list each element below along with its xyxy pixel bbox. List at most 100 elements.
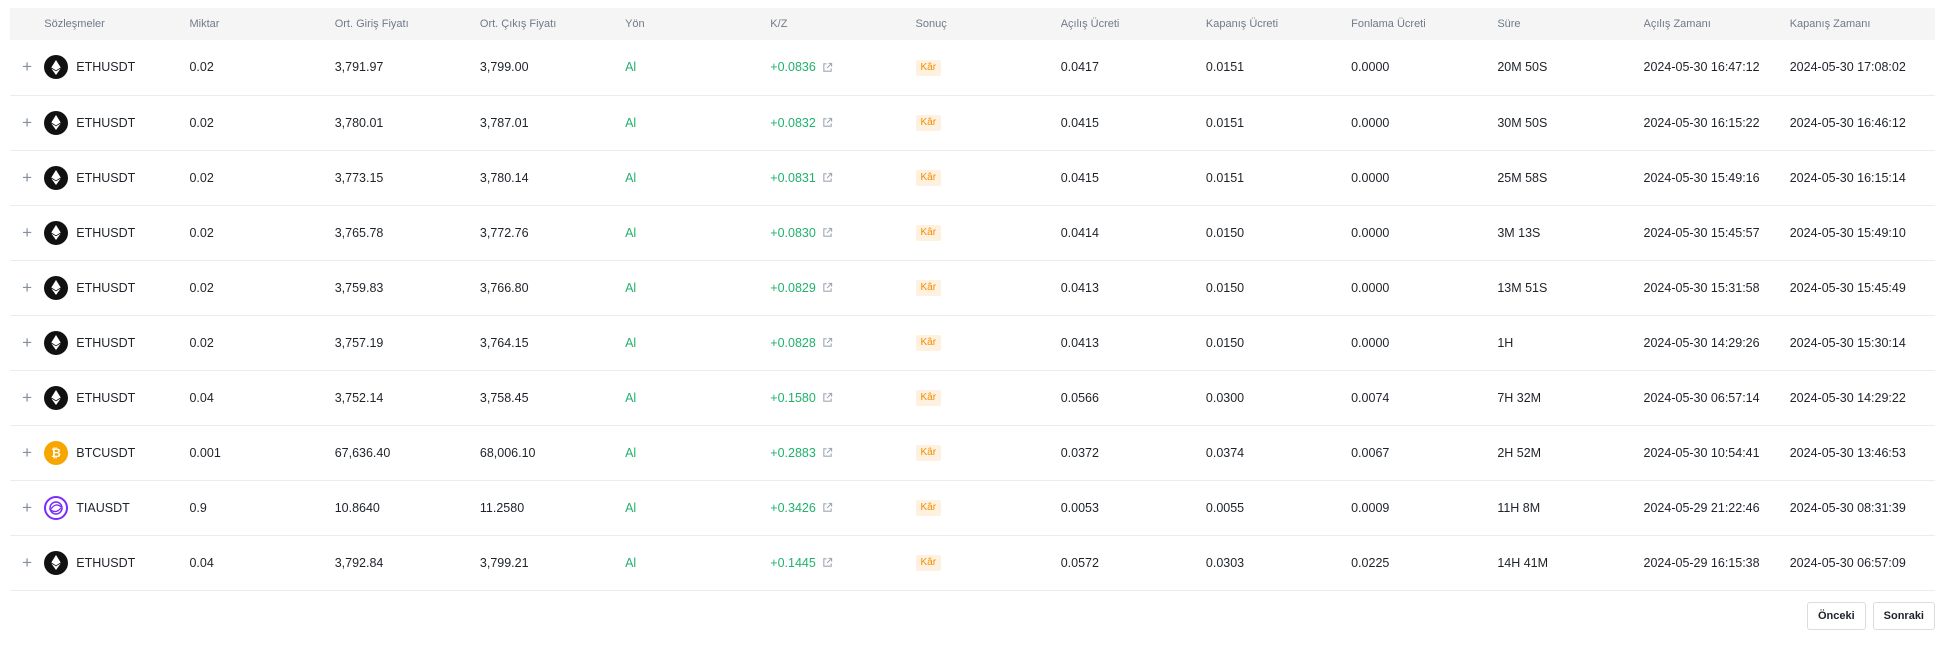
table-row[interactable]: + ETHUSDT 0.02 3,765.78 3,772.76 Al +0.0830 Kâr…	[10, 205, 1935, 260]
open-time-cell: 2024-05-30 15:45:57	[1643, 225, 1760, 240]
external-link-icon[interactable]	[822, 62, 833, 73]
table-row[interactable]: + ETHUSDT 0.02 3,757.19 3,764.15 Al +0.0828 Kâr…	[10, 315, 1935, 370]
table-body: + ETHUSDT 0.02 3,791.97 3,799.00 Al +0.0836 Kâr…	[10, 40, 1935, 590]
table-row[interactable]: + TIAUSDT 0.9 10.8640 11.2580 Al +0.3426 Kâr 0.0…	[10, 480, 1935, 535]
expand-cell: +	[10, 205, 44, 260]
avg-exit-price-cell: 3,780.14	[479, 170, 529, 185]
expand-row-icon[interactable]: +	[22, 333, 32, 352]
expand-row-icon[interactable]: +	[22, 498, 32, 517]
result-cell: Kâr	[915, 315, 1061, 370]
duration-cell: 20M 50S	[1497, 60, 1548, 75]
next-page-button[interactable]: Sonraki	[1872, 602, 1935, 630]
external-link-icon[interactable]	[822, 392, 833, 403]
avg-entry-price-cell: 3,765.78	[334, 225, 384, 240]
table-row[interactable]: + ETHUSDT 0.02 3,780.01 3,787.01 Al +0.0832 Kâr…	[10, 95, 1935, 150]
column-header-avg-entry-price: Ort. Giriş Fiyatı	[334, 18, 409, 30]
quantity-cell: 0.9	[189, 500, 207, 515]
table-row[interactable]: + ETHUSDT 0.02 3,791.97 3,799.00 Al +0.0836 Kâr…	[10, 40, 1935, 95]
funding-fee-cell: 0.0000	[1351, 60, 1390, 75]
close-fee-cell: 0.0374	[1205, 445, 1245, 460]
close-time-cell: 2024-05-30 08:31:39	[1789, 500, 1906, 515]
result-cell: Kâr	[915, 95, 1061, 150]
quantity-cell: 0.02	[189, 115, 214, 130]
table-row[interactable]: + ETHUSDT 0.02 3,773.15 3,780.14 Al +0.0831 Kâr…	[10, 150, 1935, 205]
expand-row-icon[interactable]: +	[22, 223, 32, 242]
pnl-cell: +0.1580	[770, 370, 915, 425]
column-header-close-fee: Kapanış Ücreti	[1205, 18, 1279, 30]
side-cell: Al	[625, 335, 637, 350]
external-link-icon[interactable]	[822, 172, 833, 183]
external-link-icon[interactable]	[822, 117, 833, 128]
close-time-cell: 2024-05-30 15:49:10	[1789, 225, 1906, 240]
expand-row-icon[interactable]: +	[22, 553, 32, 572]
side-cell: Al	[625, 500, 637, 515]
close-time-cell: 2024-05-30 15:30:14	[1789, 335, 1906, 350]
expand-row-icon[interactable]: +	[22, 278, 32, 297]
external-link-icon[interactable]	[822, 227, 833, 238]
expand-row-icon[interactable]: +	[22, 388, 32, 407]
open-fee-cell: 0.0413	[1060, 280, 1099, 295]
funding-fee-cell: 0.0000	[1351, 225, 1390, 240]
expand-row-icon[interactable]: +	[22, 168, 32, 187]
result-badge: Kâr	[915, 445, 942, 461]
open-time-cell: 2024-05-30 16:15:22	[1643, 115, 1760, 130]
external-link-icon[interactable]	[822, 337, 833, 348]
ethereum-icon	[44, 55, 69, 80]
quantity-cell: 0.02	[189, 280, 214, 295]
ethereum-icon	[44, 550, 69, 575]
trade-history-table: Sözleşmeler Miktar Ort. Giriş Fiyatı Ort…	[10, 8, 1935, 591]
avg-entry-price-cell: 3,773.15	[334, 170, 384, 185]
side-cell: Al	[625, 115, 637, 130]
expand-column-header	[10, 8, 44, 40]
table-row[interactable]: + ETHUSDT 0.02 3,759.83 3,766.80 Al +0.0829 Kâr…	[10, 260, 1935, 315]
expand-cell: +	[10, 260, 44, 315]
result-badge: Kâr	[915, 59, 942, 76]
close-time-cell: 2024-05-30 15:45:49	[1789, 280, 1906, 295]
side-cell: Al	[625, 390, 637, 405]
close-fee-cell: 0.0150	[1205, 280, 1245, 295]
funding-fee-cell: 0.0000	[1351, 335, 1390, 350]
pnl-cell: +0.0836	[770, 40, 915, 95]
external-link-icon[interactable]	[822, 282, 833, 293]
table-row[interactable]: + ETHUSDT 0.04 3,752.14 3,758.45 Al +0.1580 Kâr…	[10, 370, 1935, 425]
external-link-icon[interactable]	[822, 557, 833, 568]
avg-exit-price-cell: 3,772.76	[479, 225, 529, 240]
expand-cell: +	[10, 150, 44, 205]
contract-symbol: BTCUSDT	[76, 445, 136, 460]
pnl-value: +0.0829	[770, 280, 816, 295]
open-fee-cell: 0.0053	[1060, 500, 1099, 515]
table-row[interactable]: + ETHUSDT 0.04 3,792.84 3,799.21 Al +0.1445 Kâr…	[10, 535, 1935, 590]
avg-exit-price-cell: 3,764.15	[479, 335, 529, 350]
svg-text:₿: ₿	[51, 446, 61, 460]
expand-cell: +	[10, 315, 44, 370]
ethereum-icon	[44, 110, 69, 135]
table-row[interactable]: + ₿ BTCUSDT 0.001 67,636.40 68,006.10 Al +0.288…	[10, 425, 1935, 480]
result-badge: Kâr	[915, 225, 942, 241]
result-badge: Kâr	[915, 555, 942, 571]
ethereum-icon	[44, 385, 69, 410]
close-fee-cell: 0.0300	[1205, 390, 1245, 405]
column-header-funding-fee: Fonlama Ücreti	[1351, 18, 1426, 30]
contract-cell: ETHUSDT	[44, 535, 189, 590]
expand-row-icon[interactable]: +	[22, 113, 32, 132]
funding-fee-cell: 0.0000	[1351, 280, 1390, 295]
external-link-icon[interactable]	[822, 502, 833, 513]
expand-cell: +	[10, 370, 44, 425]
side-cell: Al	[625, 445, 637, 460]
expand-row-icon[interactable]: +	[22, 443, 32, 462]
bitcoin-icon: ₿	[44, 440, 69, 465]
result-badge: Kâr	[915, 500, 942, 516]
duration-cell: 2H 52M	[1497, 445, 1542, 460]
open-time-cell: 2024-05-30 15:49:16	[1643, 170, 1760, 185]
expand-row-icon[interactable]: +	[22, 57, 32, 76]
column-header-close-time: Kapanış Zamanı	[1789, 18, 1871, 30]
result-cell: Kâr	[915, 260, 1061, 315]
avg-entry-price-cell: 10.8640	[334, 500, 380, 515]
column-header-pnl: K/Z	[770, 18, 788, 30]
avg-exit-price-cell: 68,006.10	[479, 445, 536, 460]
pnl-cell: +0.2883	[770, 425, 915, 480]
pnl-cell: +0.0831	[770, 150, 915, 205]
close-time-cell: 2024-05-30 06:57:09	[1789, 555, 1906, 570]
previous-page-button[interactable]: Önceki	[1806, 602, 1866, 630]
external-link-icon[interactable]	[822, 447, 833, 458]
